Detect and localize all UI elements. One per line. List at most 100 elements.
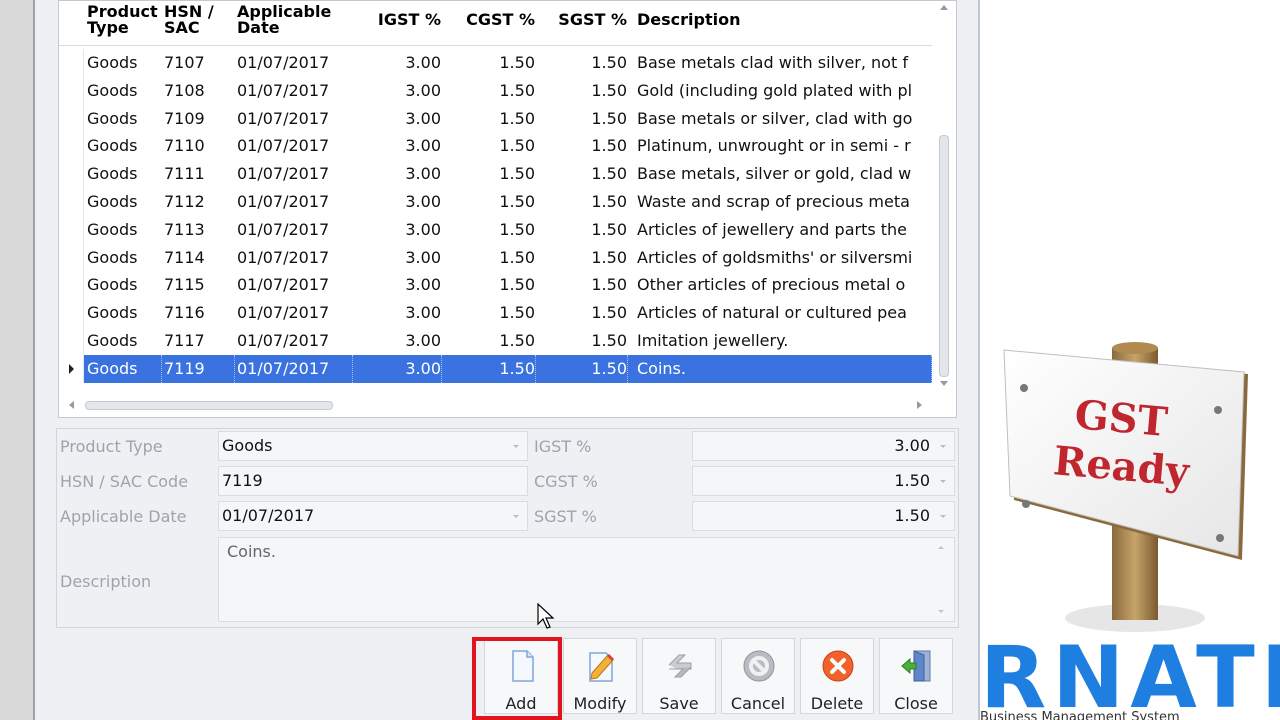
table-cell-hsn[interactable]: 7109 xyxy=(164,105,234,133)
row-indicator[interactable] xyxy=(59,160,84,189)
row-indicator[interactable] xyxy=(59,132,84,161)
vertical-scrollbar[interactable] xyxy=(932,1,956,391)
table-cell-sgst[interactable]: 1.50 xyxy=(539,216,627,244)
table-cell-hsn[interactable]: 7108 xyxy=(164,77,234,105)
row-indicator[interactable] xyxy=(59,327,84,355)
table-cell-igst[interactable]: 3.00 xyxy=(357,160,441,188)
table-cell-igst[interactable]: 3.00 xyxy=(357,188,441,216)
table-row[interactable]: Goods 7113 01/07/2017 3.00 1.50 1.50 Articles … xyxy=(59,215,933,244)
table-row[interactable]: Goods 7116 01/07/2017 3.00 1.50 1.50 Articles … xyxy=(59,299,933,328)
table-cell-date[interactable]: 01/07/2017 xyxy=(237,49,352,77)
column-header-sgst[interactable]: SGST % xyxy=(539,12,627,28)
scroll-right-icon[interactable] xyxy=(917,401,922,409)
table-cell-igst[interactable]: 3.00 xyxy=(357,244,441,272)
table-cell-date[interactable]: 01/07/2017 xyxy=(237,188,352,216)
table-cell-type[interactable]: Goods xyxy=(87,271,161,299)
table-cell-hsn[interactable]: 7111 xyxy=(164,160,234,188)
table-cell-igst[interactable]: 3.00 xyxy=(357,77,441,105)
scroll-up-icon[interactable] xyxy=(938,546,944,549)
table-cell-sgst[interactable]: 1.50 xyxy=(539,299,627,327)
table-cell-igst[interactable]: 3.00 xyxy=(357,216,441,244)
column-header-igst[interactable]: IGST % xyxy=(357,12,441,28)
table-cell-sgst[interactable]: 1.50 xyxy=(539,244,627,272)
row-indicator[interactable] xyxy=(59,243,84,272)
save-button[interactable]: Save xyxy=(642,638,716,714)
table-row[interactable]: Goods 7114 01/07/2017 3.00 1.50 1.50 Articles … xyxy=(59,243,933,272)
table-cell-desc[interactable]: Waste and scrap of precious meta xyxy=(637,188,931,216)
table-cell-date[interactable]: 01/07/2017 xyxy=(237,105,352,133)
gst-rates-grid[interactable]: Product Type HSN / SAC Applicable Date I… xyxy=(58,0,957,418)
column-header-description[interactable]: Description xyxy=(637,12,917,28)
table-cell-cgst[interactable]: 1.50 xyxy=(445,327,535,355)
table-cell-igst[interactable]: 3.00 xyxy=(357,105,441,133)
table-cell-cgst[interactable]: 1.50 xyxy=(445,271,535,299)
row-indicator[interactable] xyxy=(59,299,84,328)
table-cell-hsn[interactable]: 7116 xyxy=(164,299,234,327)
table-cell-sgst[interactable]: 1.50 xyxy=(539,188,627,216)
table-cell-desc[interactable]: Gold (including gold plated with pl xyxy=(637,77,931,105)
table-cell-desc[interactable]: Imitation jewellery. xyxy=(637,327,931,355)
table-row[interactable]: Goods 7111 01/07/2017 3.00 1.50 1.50 Base meta… xyxy=(59,160,933,189)
table-cell-desc[interactable]: Base metals, silver or gold, clad w xyxy=(637,160,931,188)
table-cell-cgst[interactable]: 1.50 xyxy=(445,160,535,188)
hsn-code-field[interactable]: 7119 xyxy=(218,466,528,496)
table-cell-date[interactable]: 01/07/2017 xyxy=(237,299,352,327)
table-cell-cgst[interactable]: 1.50 xyxy=(445,244,535,272)
table-cell-desc[interactable]: Articles of jewellery and parts the xyxy=(637,216,931,244)
table-cell-hsn[interactable]: 7114 xyxy=(164,244,234,272)
table-cell-igst[interactable]: 3.00 xyxy=(357,327,441,355)
table-cell-hsn[interactable]: 7119 xyxy=(164,354,235,383)
table-row[interactable]: Goods 7108 01/07/2017 3.00 1.50 1.50 Gold (inc… xyxy=(59,76,933,105)
scroll-down-icon[interactable] xyxy=(938,610,944,613)
vertical-scroll-thumb[interactable] xyxy=(939,135,949,377)
table-cell-cgst[interactable]: 1.50 xyxy=(445,49,535,77)
table-row[interactable]: Goods 7117 01/07/2017 3.00 1.50 1.50 Imitation… xyxy=(59,327,933,355)
table-cell-type[interactable]: Goods xyxy=(87,77,161,105)
table-cell-type[interactable]: Goods xyxy=(87,49,161,77)
table-cell-desc[interactable]: Other articles of precious metal o xyxy=(637,271,931,299)
table-cell-date[interactable]: 01/07/2017 xyxy=(237,216,352,244)
table-row[interactable]: Goods 7110 01/07/2017 3.00 1.50 1.50 Platinum,… xyxy=(59,132,933,161)
table-cell-date[interactable]: 01/07/2017 xyxy=(237,354,353,383)
column-header-hsn[interactable]: HSN / SAC xyxy=(164,4,234,36)
table-cell-cgst[interactable]: 1.50 xyxy=(445,132,535,160)
table-cell-sgst[interactable]: 1.50 xyxy=(539,354,628,383)
cancel-button[interactable]: Cancel xyxy=(721,638,795,714)
product-type-select[interactable]: Goods xyxy=(218,431,528,461)
horizontal-scroll-thumb[interactable] xyxy=(85,401,333,410)
table-cell-type[interactable]: Goods xyxy=(87,244,161,272)
table-cell-sgst[interactable]: 1.50 xyxy=(539,327,627,355)
applicable-date-picker[interactable]: 01/07/2017 xyxy=(218,501,528,531)
table-row[interactable]: Goods 7115 01/07/2017 3.00 1.50 1.50 Other art… xyxy=(59,271,933,300)
row-indicator[interactable] xyxy=(59,271,84,300)
row-indicator[interactable] xyxy=(59,188,84,216)
cgst-field[interactable]: 1.50 xyxy=(692,466,955,496)
table-cell-hsn[interactable]: 7110 xyxy=(164,132,234,160)
sgst-field[interactable]: 1.50 xyxy=(692,501,955,531)
table-cell-desc[interactable]: Coins. xyxy=(637,354,932,383)
table-row[interactable]: Goods 7109 01/07/2017 3.00 1.50 1.50 Base meta… xyxy=(59,104,933,133)
table-cell-hsn[interactable]: 7115 xyxy=(164,271,234,299)
table-cell-sgst[interactable]: 1.50 xyxy=(539,160,627,188)
table-cell-desc[interactable]: Base metals or silver, clad with go xyxy=(637,105,931,133)
table-cell-desc[interactable]: Articles of goldsmiths' or silversmi xyxy=(637,244,931,272)
igst-field[interactable]: 3.00 xyxy=(692,431,955,461)
modify-button[interactable]: Modify xyxy=(563,638,637,714)
table-cell-cgst[interactable]: 1.50 xyxy=(445,216,535,244)
scroll-up-icon[interactable] xyxy=(940,5,948,10)
row-indicator[interactable] xyxy=(59,215,84,244)
table-cell-desc[interactable]: Articles of natural or cultured pea xyxy=(637,299,931,327)
table-cell-date[interactable]: 01/07/2017 xyxy=(237,244,352,272)
table-cell-igst[interactable]: 3.00 xyxy=(357,49,441,77)
table-cell-date[interactable]: 01/07/2017 xyxy=(237,271,352,299)
table-cell-date[interactable]: 01/07/2017 xyxy=(237,132,352,160)
table-cell-type[interactable]: Goods xyxy=(87,132,161,160)
table-cell-igst[interactable]: 3.00 xyxy=(357,132,441,160)
table-cell-igst[interactable]: 3.00 xyxy=(357,271,441,299)
table-cell-date[interactable]: 01/07/2017 xyxy=(237,327,352,355)
table-row[interactable]: Goods 7112 01/07/2017 3.00 1.50 1.50 Waste and… xyxy=(59,188,933,216)
scroll-left-icon[interactable] xyxy=(69,401,74,409)
column-header-date[interactable]: Applicable Date xyxy=(237,4,347,36)
table-cell-hsn[interactable]: 7113 xyxy=(164,216,234,244)
table-cell-hsn[interactable]: 7112 xyxy=(164,188,234,216)
